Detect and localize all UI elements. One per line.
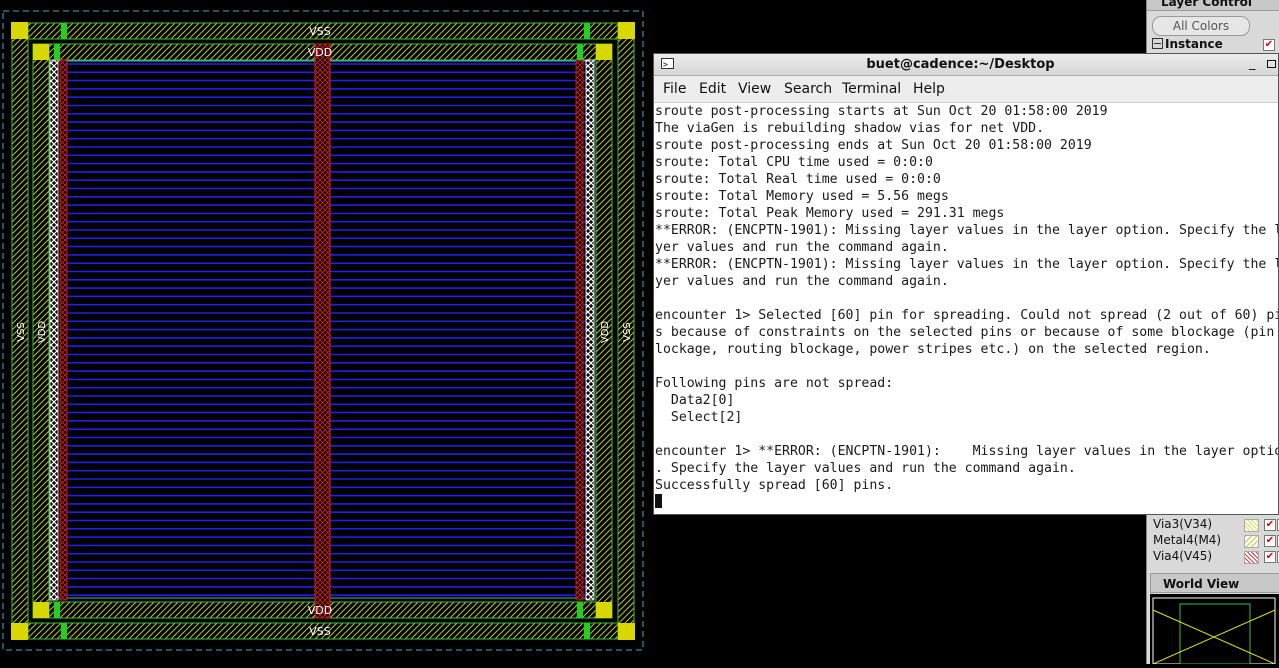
menu-terminal[interactable]: Terminal: [842, 81, 901, 97]
terminal-line: sroute post-processing ends at Sun Oct 2…: [655, 138, 1092, 153]
terminal-line: **ERROR: (ENCPTN-1901): Missing layer va…: [655, 223, 1278, 238]
via-column-right: [585, 59, 595, 601]
terminal-line: encounter 1> Selected [60] pin for sprea…: [655, 308, 1278, 323]
corner-pad: [11, 22, 28, 39]
layer-swatch[interactable]: [1244, 551, 1259, 564]
menu-view[interactable]: View: [738, 81, 771, 97]
checkbox-icon[interactable]: ✔: [1263, 39, 1275, 51]
vdd-label-top: VDD: [308, 46, 332, 59]
menu-help[interactable]: Help: [913, 81, 945, 97]
vdd-stripe-center: [314, 43, 331, 619]
layer-row-via4[interactable]: Via4(V45) ✔ ✔: [1153, 549, 1279, 565]
layer-row-via3[interactable]: Via3(V34) ✔ ✔: [1153, 517, 1279, 533]
terminal-output[interactable]: sroute post-processing starts at Sun Oct…: [655, 103, 1278, 513]
menu-edit[interactable]: Edit: [699, 81, 726, 97]
vdd-label-left: VDD: [37, 321, 48, 344]
terminal-prompt-line[interactable]: [655, 494, 1278, 511]
terminal-line: Following pins are not spread:: [655, 376, 894, 391]
layer-name: Via4(V45): [1153, 549, 1213, 563]
terminal-line: sroute post-processing starts at Sun Oct…: [655, 104, 1108, 119]
terminal-titlebar[interactable]: >_ buet@cadence:~/Desktop _: [654, 54, 1278, 76]
vss-label-left: VSS: [16, 322, 27, 342]
corner-pad: [618, 623, 635, 640]
vdd-stripe-left: [59, 59, 68, 601]
window-title: buet@cadence:~/Desktop: [866, 57, 1055, 72]
terminal-line: lockage, routing blockage, power stripes…: [655, 342, 1211, 357]
layer-name: Metal4(M4): [1153, 533, 1222, 547]
corner-pad: [11, 623, 28, 640]
vdd-stripe-right: [575, 59, 584, 601]
terminal-line: . Specify the layer values and run the c…: [655, 461, 1076, 476]
world-view[interactable]: [1150, 594, 1279, 665]
terminal-window[interactable]: >_ buet@cadence:~/Desktop _ File Edit Vi…: [653, 53, 1279, 515]
vss-label-right: VSS: [622, 322, 633, 342]
world-view-map[interactable]: [1150, 594, 1279, 665]
instance-row[interactable]: Instance ✔: [1152, 37, 1279, 52]
terminal-line: sroute: Total Real time used = 0:0:0: [655, 172, 941, 187]
layer-swatch[interactable]: [1244, 535, 1259, 548]
visible-checkbox[interactable]: ✔: [1264, 551, 1276, 563]
terminal-line: yer values and run the command again.: [655, 274, 949, 289]
text-cursor: [655, 494, 662, 508]
vss-label-bottom: VSS: [309, 625, 331, 638]
vss-label-top: VSS: [309, 25, 331, 38]
maximize-icon[interactable]: [1267, 60, 1276, 68]
terminal-line: Data2[0]: [655, 393, 735, 408]
layer-swatch[interactable]: [1244, 519, 1259, 532]
world-view-title: World View: [1150, 573, 1279, 593]
corner-pad: [596, 44, 612, 60]
menu-file[interactable]: File: [663, 81, 686, 97]
terminal-line: sroute: Total Peak Memory used = 291.31 …: [655, 206, 1005, 221]
layer-name: Via3(V34): [1153, 517, 1213, 531]
vdd-label-bottom: VDD: [308, 604, 332, 617]
terminal-line: The viaGen is rebuilding shadow vias for…: [655, 121, 1045, 136]
corner-pad: [33, 44, 49, 60]
terminal-line: Successfully spread [60] pins.: [655, 478, 894, 493]
corner-pad: [596, 602, 612, 618]
all-colors-button[interactable]: All Colors: [1152, 16, 1250, 36]
menu-search[interactable]: Search: [784, 81, 832, 97]
minimize-icon[interactable]: _: [1249, 54, 1256, 73]
collapse-icon[interactable]: [1152, 38, 1163, 49]
terminal-line: encounter 1> **ERROR: (ENCPTN-1901): Mis…: [655, 444, 1278, 459]
layer-row-metal4[interactable]: Metal4(M4) ✔ ✔: [1153, 533, 1279, 549]
corner-pad: [618, 22, 635, 39]
vdd-label-right: VDD: [600, 321, 611, 344]
terminal-line: yer values and run the command again.: [655, 240, 949, 255]
terminal-line: sroute: Total CPU time used = 0:0:0: [655, 155, 933, 170]
terminal-line: Select[2]: [655, 410, 743, 425]
terminal-line: s because of constraints on the selected…: [655, 325, 1278, 340]
terminal-menubar: File Edit View Search Terminal Help: [654, 76, 1278, 103]
visible-checkbox[interactable]: ✔: [1264, 535, 1276, 547]
terminal-line: sroute: Total Memory used = 5.56 megs: [655, 189, 949, 204]
instance-label: Instance: [1165, 37, 1223, 51]
via-column-left: [49, 59, 59, 601]
terminal-line: **ERROR: (ENCPTN-1901): Missing layer va…: [655, 257, 1278, 272]
corner-pad: [33, 602, 49, 618]
visible-checkbox[interactable]: ✔: [1264, 519, 1276, 531]
layer-control-title: Layer Control: [1147, 0, 1279, 11]
